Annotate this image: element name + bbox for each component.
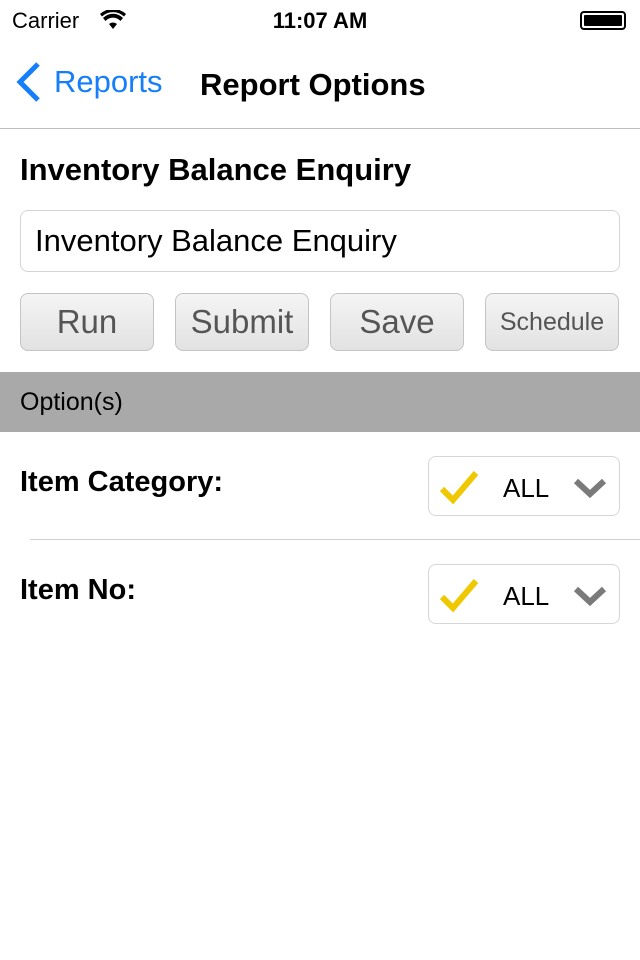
battery-icon (580, 11, 626, 30)
clock: 11:07 AM (272, 8, 368, 33)
row-divider (30, 539, 640, 540)
report-name-input[interactable]: Inventory Balance Enquiry (20, 210, 620, 272)
section-title: Option(s) (20, 388, 123, 416)
back-label: Reports (54, 64, 163, 99)
nav-divider (0, 128, 640, 129)
submit-button[interactable]: Submit (175, 293, 309, 351)
item-no-label: Item No: (20, 574, 136, 606)
chevron-left-icon (16, 62, 40, 102)
status-bar: Carrier 11:07 AM (0, 0, 640, 40)
chevron-down-icon (573, 478, 607, 499)
page-title: Report Options (200, 67, 426, 102)
item-category-value: ALL (503, 473, 550, 503)
item-no-select[interactable]: ALL (428, 564, 620, 624)
options-section-header: Option(s) (0, 372, 640, 432)
chevron-down-icon (573, 586, 607, 607)
item-category-select[interactable]: ALL (428, 456, 620, 516)
item-no-value: ALL (503, 581, 550, 611)
back-button[interactable]: Reports (14, 60, 163, 104)
check-icon (439, 579, 479, 613)
check-icon (439, 471, 479, 505)
item-category-label: Item Category: (20, 466, 224, 498)
report-heading: Inventory Balance Enquiry (20, 152, 412, 187)
schedule-button[interactable]: Schedule (485, 293, 619, 351)
run-button[interactable]: Run (20, 293, 154, 351)
save-button[interactable]: Save (330, 293, 464, 351)
